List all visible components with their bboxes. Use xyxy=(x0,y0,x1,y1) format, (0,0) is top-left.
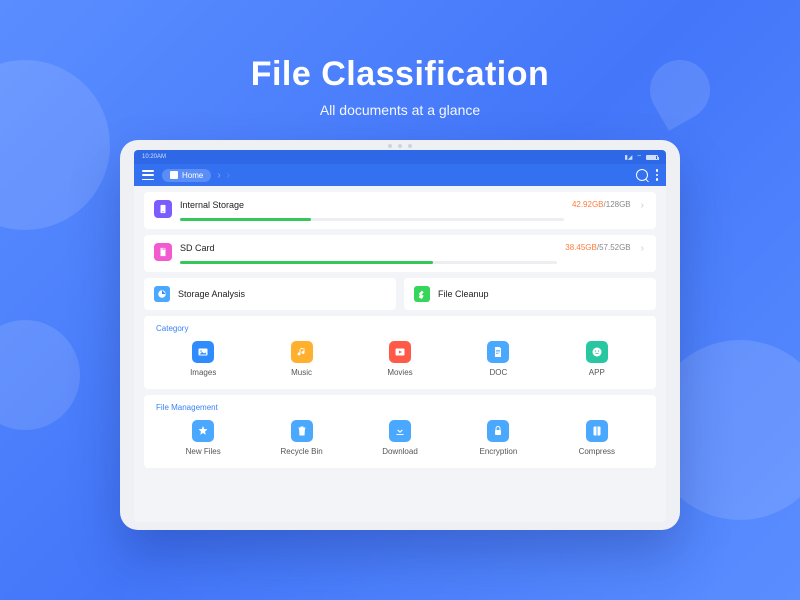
storage-name: SD Card xyxy=(180,243,557,253)
lock-icon xyxy=(487,420,509,442)
chevron-right-icon: › xyxy=(227,170,230,181)
status-icons: ▮◢ ⌔ xyxy=(624,153,658,161)
breadcrumb: Home › › xyxy=(162,169,230,182)
image-icon xyxy=(192,341,214,363)
storage-size: 38.45GB/57.52GB xyxy=(565,243,630,252)
menu-icon[interactable] xyxy=(142,170,154,180)
tablet-frame: 10:20AM ▮◢ ⌔ Home › › xyxy=(120,140,680,530)
tool-icon xyxy=(154,286,170,302)
section-title-management: File Management xyxy=(154,401,646,416)
category-label: New Files xyxy=(186,447,221,456)
section-title-category: Category xyxy=(154,322,646,337)
search-icon[interactable] xyxy=(636,169,648,181)
music-icon xyxy=(291,341,313,363)
home-icon xyxy=(170,171,178,179)
category-label: DOC xyxy=(490,368,508,377)
battery-icon xyxy=(646,155,658,160)
category-encryption[interactable]: Encryption xyxy=(449,416,547,460)
app-toolbar: Home › › xyxy=(134,164,666,186)
tool-icon xyxy=(414,286,430,302)
trash-icon xyxy=(291,420,313,442)
storage-icon xyxy=(154,243,172,261)
chevron-right-icon: › xyxy=(639,243,646,254)
category-download[interactable]: Download xyxy=(351,416,449,460)
doc-icon xyxy=(487,341,509,363)
breadcrumb-home-label: Home xyxy=(182,171,203,180)
category-doc[interactable]: DOC xyxy=(449,337,547,381)
category-compress[interactable]: Compress xyxy=(548,416,646,460)
category-music[interactable]: Music xyxy=(252,337,350,381)
tool-label: File Cleanup xyxy=(438,289,489,299)
category-images[interactable]: Images xyxy=(154,337,252,381)
wifi-icon: ⌔ xyxy=(636,153,642,161)
storage-size: 42.92GB/128GB xyxy=(572,200,631,209)
storage-name: Internal Storage xyxy=(180,200,564,210)
chevron-right-icon: › xyxy=(217,170,220,181)
category-label: Compress xyxy=(579,447,615,456)
category-app[interactable]: APP xyxy=(548,337,646,381)
category-label: Encryption xyxy=(479,447,517,456)
chevron-right-icon: › xyxy=(639,200,646,211)
storage-row[interactable]: SD Card 38.45GB/57.52GB › xyxy=(144,235,656,272)
app-icon xyxy=(586,341,608,363)
storage-icon xyxy=(154,200,172,218)
status-bar: 10:20AM ▮◢ ⌔ xyxy=(134,150,666,164)
status-time: 10:20AM xyxy=(142,154,166,160)
category-label: Music xyxy=(291,368,312,377)
signal-icon: ▮◢ xyxy=(624,154,632,161)
storage-row[interactable]: Internal Storage 42.92GB/128GB › xyxy=(144,192,656,229)
category-label: Images xyxy=(190,368,216,377)
category-label: Download xyxy=(382,447,418,456)
breadcrumb-home[interactable]: Home xyxy=(162,169,211,182)
category-new-files[interactable]: New Files xyxy=(154,416,252,460)
download-icon xyxy=(389,420,411,442)
category-label: Recycle Bin xyxy=(280,447,322,456)
more-icon[interactable] xyxy=(656,169,659,181)
category-label: APP xyxy=(589,368,605,377)
tool-file-cleanup[interactable]: File Cleanup xyxy=(404,278,656,310)
page-subtitle: All documents at a glance xyxy=(0,102,800,118)
category-movies[interactable]: Movies xyxy=(351,337,449,381)
category-label: Movies xyxy=(387,368,412,377)
tool-storage-analysis[interactable]: Storage Analysis xyxy=(144,278,396,310)
movie-icon xyxy=(389,341,411,363)
tool-label: Storage Analysis xyxy=(178,289,245,299)
category-recycle-bin[interactable]: Recycle Bin xyxy=(252,416,350,460)
star-icon xyxy=(192,420,214,442)
compress-icon xyxy=(586,420,608,442)
